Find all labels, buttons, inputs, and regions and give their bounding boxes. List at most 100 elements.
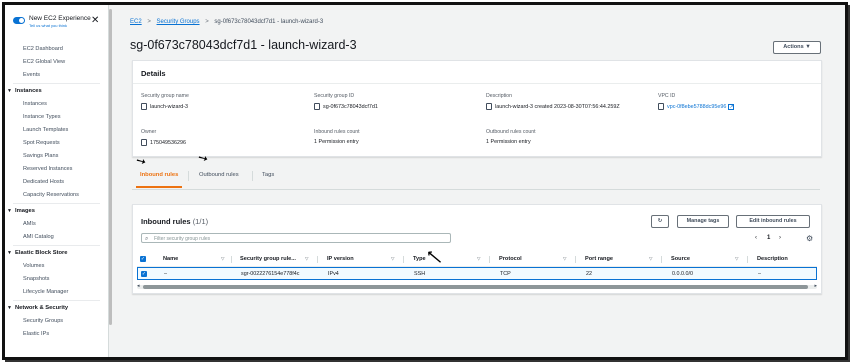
refresh-button[interactable]: ↻: [651, 215, 669, 228]
description-value: launch-wizard-3 created 2023-08-30T07:56…: [495, 103, 620, 110]
sort-icon[interactable]: ▽: [477, 256, 480, 262]
sort-icon[interactable]: ▽: [649, 256, 652, 262]
sidebar-item-lifecycle-manager[interactable]: Lifecycle Manager: [5, 286, 108, 299]
sort-icon[interactable]: ▽: [221, 256, 224, 262]
pagination-prev-icon[interactable]: ‹: [755, 235, 757, 241]
toggle-switch-icon[interactable]: [13, 17, 25, 24]
column-header-ip-version[interactable]: IP version: [327, 256, 354, 262]
copy-icon[interactable]: [141, 139, 147, 146]
manage-tags-button[interactable]: Manage tags: [677, 215, 729, 228]
row-checkbox[interactable]: ✓: [141, 271, 147, 277]
sidebar-section-instances[interactable]: ▼ Instances: [5, 85, 108, 98]
sidebar-item-instance-types[interactable]: Instance Types: [5, 111, 108, 124]
sidebar-item-savings-plans[interactable]: Savings Plans: [5, 150, 108, 163]
column-header-description[interactable]: Description: [757, 256, 788, 262]
column-header-protocol[interactable]: Protocol: [499, 256, 522, 262]
sidebar-section-network-security[interactable]: ▼ Network & Security: [5, 302, 108, 315]
field-owner: Owner 175049536296: [141, 129, 306, 146]
scroll-right-icon[interactable]: ▸: [814, 283, 817, 289]
sidebar-item-instances[interactable]: Instances: [5, 98, 108, 111]
copy-icon[interactable]: [658, 103, 664, 110]
field-value[interactable]: vpc-0f8ebe5788dc95e96 ↗: [658, 103, 823, 110]
table-row[interactable]: ✓ – sgr-0022276154e778f4c IPv4 SSH TCP 2…: [137, 267, 817, 280]
vpc-id-link[interactable]: vpc-0f8ebe5788dc95e96: [667, 104, 726, 110]
page-number[interactable]: 1: [767, 235, 770, 241]
sidebar-item-snapshots[interactable]: Snapshots: [5, 273, 108, 286]
table-header: ✓ Name ▽ Security group rule... ▽ IP ver…: [137, 253, 817, 267]
sidebar-section-elastic-block-store[interactable]: ▼ Elastic Block Store: [5, 247, 108, 260]
tab-outbound-rules[interactable]: Outbound rules: [199, 172, 239, 178]
scrollbar-thumb[interactable]: [143, 285, 808, 289]
field-label: Owner: [141, 129, 157, 135]
main-content: EC2 > Security Groups > sg-0f673c78043dc…: [115, 5, 845, 357]
inbound-rules-title: Inbound rules (1/1): [141, 217, 208, 226]
sidebar-item-capacity-reservations[interactable]: Capacity Reservations: [5, 189, 108, 202]
field-outbound-rules-count: Outbound rules count 1 Permission entry: [486, 129, 651, 145]
field-value: 175049536296: [141, 139, 306, 146]
copy-icon[interactable]: [141, 103, 147, 110]
breadcrumb-security-groups[interactable]: Security Groups: [157, 19, 200, 25]
new-experience-toggle[interactable]: New EC2 Experience Tell us what you thin…: [13, 15, 91, 28]
sort-icon[interactable]: ▽: [735, 256, 738, 262]
actions-button[interactable]: Actions ▼: [773, 41, 821, 54]
tab-inbound-rules[interactable]: Inbound rules: [140, 172, 178, 178]
select-all-checkbox[interactable]: ✓: [140, 256, 146, 262]
sort-icon[interactable]: ▽: [305, 256, 308, 262]
column-separator[interactable]: [317, 256, 318, 263]
scroll-left-icon[interactable]: ◂: [137, 283, 140, 289]
field-label: Inbound rules count: [314, 129, 360, 135]
breadcrumb: EC2 > Security Groups > sg-0f673c78043dc…: [130, 19, 323, 25]
sidebar-item-dedicated-hosts[interactable]: Dedicated Hosts: [5, 176, 108, 189]
sidebar-divider: [13, 203, 100, 204]
new-experience-title: New EC2 Experience: [29, 15, 91, 22]
sort-icon[interactable]: ▽: [563, 256, 566, 262]
close-icon[interactable]: ✕: [91, 16, 99, 26]
sort-icon[interactable]: ▽: [391, 256, 394, 262]
filter-placeholder: Filter security group rules: [154, 236, 211, 242]
copy-icon[interactable]: [486, 103, 492, 110]
sidebar-item-ec2-global-view[interactable]: EC2 Global View: [5, 56, 108, 69]
sidebar-item-launch-templates[interactable]: Launch Templates: [5, 124, 108, 137]
column-separator[interactable]: [489, 256, 490, 263]
column-header-source[interactable]: Source: [671, 256, 690, 262]
sidebar-item-amis[interactable]: AMIs: [5, 218, 108, 231]
owner-value: 175049536296: [150, 139, 186, 146]
column-header-security-group-rule[interactable]: Security group rule...: [240, 256, 296, 262]
column-separator[interactable]: [661, 256, 662, 263]
caret-down-icon: ▼: [7, 305, 12, 311]
sidebar-item-events[interactable]: Events: [5, 69, 108, 82]
page-title: sg-0f673c78043dcf7d1 - launch-wizard-3: [130, 38, 357, 52]
sidebar-section-images[interactable]: ▼ Images: [5, 205, 108, 218]
sidebar-item-spot-requests[interactable]: Spot Requests: [5, 137, 108, 150]
gear-icon[interactable]: ⚙: [806, 234, 813, 243]
tab-separator: [188, 171, 189, 181]
copy-icon[interactable]: [314, 103, 320, 110]
horizontal-scrollbar[interactable]: ◂ ▸: [137, 283, 817, 289]
column-separator[interactable]: [403, 256, 404, 263]
column-separator[interactable]: [747, 256, 748, 263]
sidebar-section-label: Elastic Block Store: [15, 250, 68, 256]
tabs: Inbound rules Outbound rules Tags: [132, 165, 820, 190]
sidebar-item-elastic-ips[interactable]: Elastic IPs: [5, 328, 108, 341]
column-separator[interactable]: [231, 256, 232, 263]
edit-inbound-rules-button[interactable]: Edit inbound rules: [736, 215, 810, 228]
column-separator[interactable]: [575, 256, 576, 263]
tab-tags[interactable]: Tags: [262, 172, 274, 178]
inbound-rules-count: (1/1): [192, 217, 209, 226]
column-header-name[interactable]: Name: [163, 256, 178, 262]
breadcrumb-ec2[interactable]: EC2: [130, 19, 142, 25]
sidebar-item-volumes[interactable]: Volumes: [5, 260, 108, 273]
cell-security-group-rule-id: sgr-0022276154e778f4c: [241, 271, 300, 277]
feedback-link[interactable]: Tell us what you think: [29, 23, 91, 28]
sidebar-item-ec2-dashboard[interactable]: EC2 Dashboard: [5, 43, 108, 56]
column-header-port-range[interactable]: Port range: [585, 256, 613, 262]
field-value: sg-0f673c78043dcf7d1: [314, 103, 479, 110]
sidebar-item-reserved-instances[interactable]: Reserved Instances: [5, 163, 108, 176]
sidebar-section-label: Images: [15, 208, 35, 214]
sidebar-scrollbar[interactable]: [109, 9, 112, 325]
sidebar-item-security-groups[interactable]: Security Groups: [5, 315, 108, 328]
pagination-next-icon[interactable]: ›: [779, 235, 781, 241]
external-link-icon[interactable]: ↗: [728, 103, 735, 110]
sidebar-item-ami-catalog[interactable]: AMI Catalog: [5, 231, 108, 244]
filter-input[interactable]: ⌕ Filter security group rules: [141, 233, 451, 243]
